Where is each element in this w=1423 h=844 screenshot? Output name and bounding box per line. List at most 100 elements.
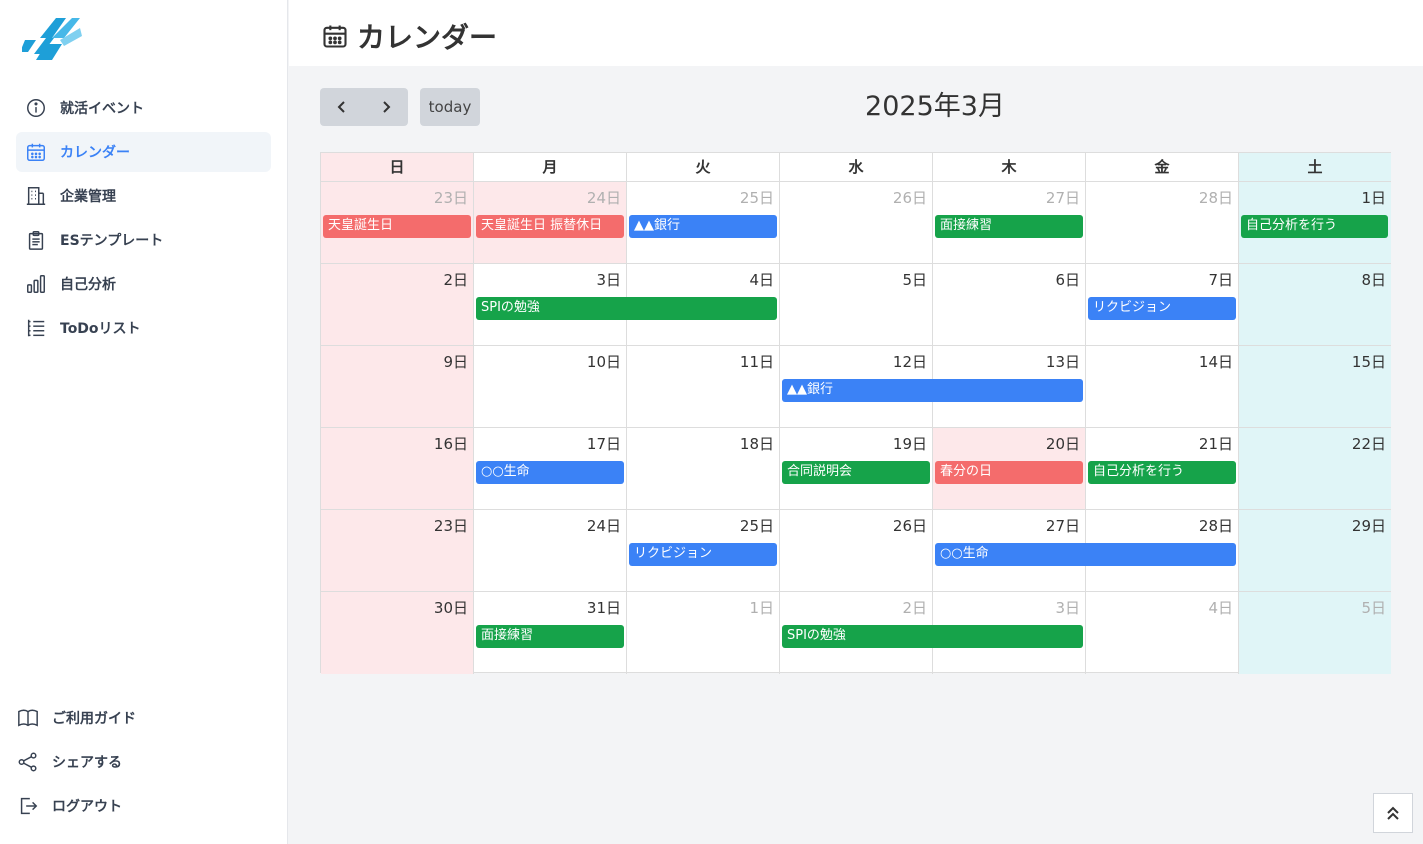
day-number: 16日 xyxy=(433,435,468,453)
day-number: 3日 xyxy=(596,271,621,289)
calendar-event[interactable]: ○○生命 xyxy=(476,461,624,484)
weekday-header-fri: 金 xyxy=(1086,153,1239,182)
scroll-top-button[interactable] xyxy=(1373,793,1413,833)
sidebar-nav: 就活イベント カレンダー 企業管理 ESテンプレート 自己分析 ToDoリスト xyxy=(16,88,271,352)
sidebar: 就活イベント カレンダー 企業管理 ESテンプレート 自己分析 ToDoリスト … xyxy=(0,0,288,844)
calendar-event[interactable]: リクビジョン xyxy=(629,543,777,566)
calendar-event[interactable]: 面接練習 xyxy=(476,625,624,648)
day-cell[interactable]: 11日 xyxy=(627,346,780,428)
day-cell[interactable]: 14日 xyxy=(1086,346,1239,428)
day-cell[interactable]: 9日 xyxy=(321,346,474,428)
next-month-button[interactable] xyxy=(364,88,408,126)
day-cell[interactable]: 6日 xyxy=(933,264,1086,346)
calendar-icon xyxy=(24,140,48,164)
day-cell[interactable]: 8日 xyxy=(1239,264,1391,346)
logout-icon xyxy=(16,794,40,818)
day-cell[interactable]: 15日 xyxy=(1239,346,1391,428)
sidebar-item-self-analysis[interactable]: 自己分析 xyxy=(16,264,271,304)
calendar-event[interactable]: 自己分析を行う xyxy=(1088,461,1236,484)
calendar-event[interactable]: ▲▲銀行 xyxy=(629,215,777,238)
day-number: 3日 xyxy=(1055,599,1080,617)
today-button[interactable]: today xyxy=(420,88,480,126)
info-icon xyxy=(24,96,48,120)
chevron-right-icon xyxy=(383,101,391,113)
day-cell[interactable]: 10日 xyxy=(474,346,627,428)
page-header: カレンダー xyxy=(289,0,1423,66)
day-cell[interactable]: 4日 xyxy=(1086,592,1239,674)
sidebar-bottom-nav: ご利用ガイド シェアする ログアウト xyxy=(16,698,271,830)
sidebar-item-logout[interactable]: ログアウト xyxy=(16,786,271,826)
calendar-event[interactable]: 天皇誕生日 振替休日 xyxy=(476,215,624,238)
sidebar-item-es-template[interactable]: ESテンプレート xyxy=(16,220,271,260)
sidebar-item-events[interactable]: 就活イベント xyxy=(16,88,271,128)
day-number: 26日 xyxy=(892,189,927,207)
day-number: 21日 xyxy=(1198,435,1233,453)
calendar-event[interactable]: 面接練習 xyxy=(935,215,1083,238)
day-number: 10日 xyxy=(586,353,621,371)
day-number: 25日 xyxy=(739,189,774,207)
sidebar-item-guide[interactable]: ご利用ガイド xyxy=(16,698,271,738)
sidebar-item-label: 就活イベント xyxy=(60,101,144,117)
day-cell[interactable]: 24日 xyxy=(474,510,627,592)
day-cell[interactable]: 2日 xyxy=(321,264,474,346)
weekday-header-wed: 水 xyxy=(780,153,933,182)
day-number: 15日 xyxy=(1351,353,1386,371)
day-cell[interactable]: 28日 xyxy=(1086,182,1239,264)
day-number: 1日 xyxy=(1361,189,1386,207)
day-number: 28日 xyxy=(1198,517,1233,535)
bar-chart-icon xyxy=(24,272,48,296)
double-chevron-up-icon xyxy=(1387,806,1399,820)
day-cell[interactable]: 29日 xyxy=(1239,510,1391,592)
day-cell[interactable]: 26日 xyxy=(780,510,933,592)
building-icon xyxy=(24,184,48,208)
calendar-event[interactable]: 合同説明会 xyxy=(782,461,930,484)
calendar-event[interactable]: SPIの勉強 xyxy=(476,297,777,320)
day-cell[interactable]: 23日 xyxy=(321,510,474,592)
sidebar-item-todo[interactable]: ToDoリスト xyxy=(16,308,271,348)
day-number: 4日 xyxy=(749,271,774,289)
day-number: 23日 xyxy=(433,189,468,207)
weekday-header-sun: 日 xyxy=(321,153,474,182)
calendar-event[interactable]: SPIの勉強 xyxy=(782,625,1083,648)
day-number: 6日 xyxy=(1055,271,1080,289)
day-number: 9日 xyxy=(443,353,468,371)
calendar-event[interactable]: 天皇誕生日 xyxy=(323,215,471,238)
day-number: 27日 xyxy=(1045,189,1080,207)
day-cell[interactable]: 22日 xyxy=(1239,428,1391,510)
chevron-left-icon xyxy=(337,101,345,113)
calendar-event[interactable]: ▲▲銀行 xyxy=(782,379,1083,402)
calendar-icon xyxy=(323,25,347,48)
day-number: 19日 xyxy=(892,435,927,453)
calendar-title: 2025年3月 xyxy=(865,91,1005,122)
day-cell[interactable]: 18日 xyxy=(627,428,780,510)
day-number: 29日 xyxy=(1351,517,1386,535)
day-cell[interactable]: 26日 xyxy=(780,182,933,264)
app-logo[interactable] xyxy=(20,14,84,64)
weekday-header-sat: 土 xyxy=(1239,153,1391,182)
day-number: 24日 xyxy=(586,517,621,535)
day-cell[interactable]: 16日 xyxy=(321,428,474,510)
list-icon xyxy=(24,316,48,340)
sidebar-item-label: ログアウト xyxy=(52,799,122,815)
sidebar-item-share[interactable]: シェアする xyxy=(16,742,271,782)
day-number: 23日 xyxy=(433,517,468,535)
day-cell[interactable]: 1日 xyxy=(627,592,780,674)
day-cell[interactable]: 5日 xyxy=(780,264,933,346)
calendar-event[interactable]: ○○生命 xyxy=(935,543,1236,566)
sidebar-item-label: カレンダー xyxy=(60,145,130,161)
day-cell[interactable]: 5日 xyxy=(1239,592,1391,674)
calendar-event[interactable]: リクビジョン xyxy=(1088,297,1236,320)
sidebar-item-calendar[interactable]: カレンダー xyxy=(16,132,271,172)
calendar-event[interactable]: 自己分析を行う xyxy=(1241,215,1388,238)
day-cell[interactable]: 30日 xyxy=(321,592,474,674)
prev-month-button[interactable] xyxy=(320,88,364,126)
sidebar-item-companies[interactable]: 企業管理 xyxy=(16,176,271,216)
day-number: 14日 xyxy=(1198,353,1233,371)
day-number: 7日 xyxy=(1208,271,1233,289)
day-number: 24日 xyxy=(586,189,621,207)
sidebar-item-label: 自己分析 xyxy=(60,277,116,293)
day-number: 31日 xyxy=(586,599,621,617)
day-number: 26日 xyxy=(892,517,927,535)
calendar-event[interactable]: 春分の日 xyxy=(935,461,1083,484)
nav-button-group xyxy=(320,88,408,126)
